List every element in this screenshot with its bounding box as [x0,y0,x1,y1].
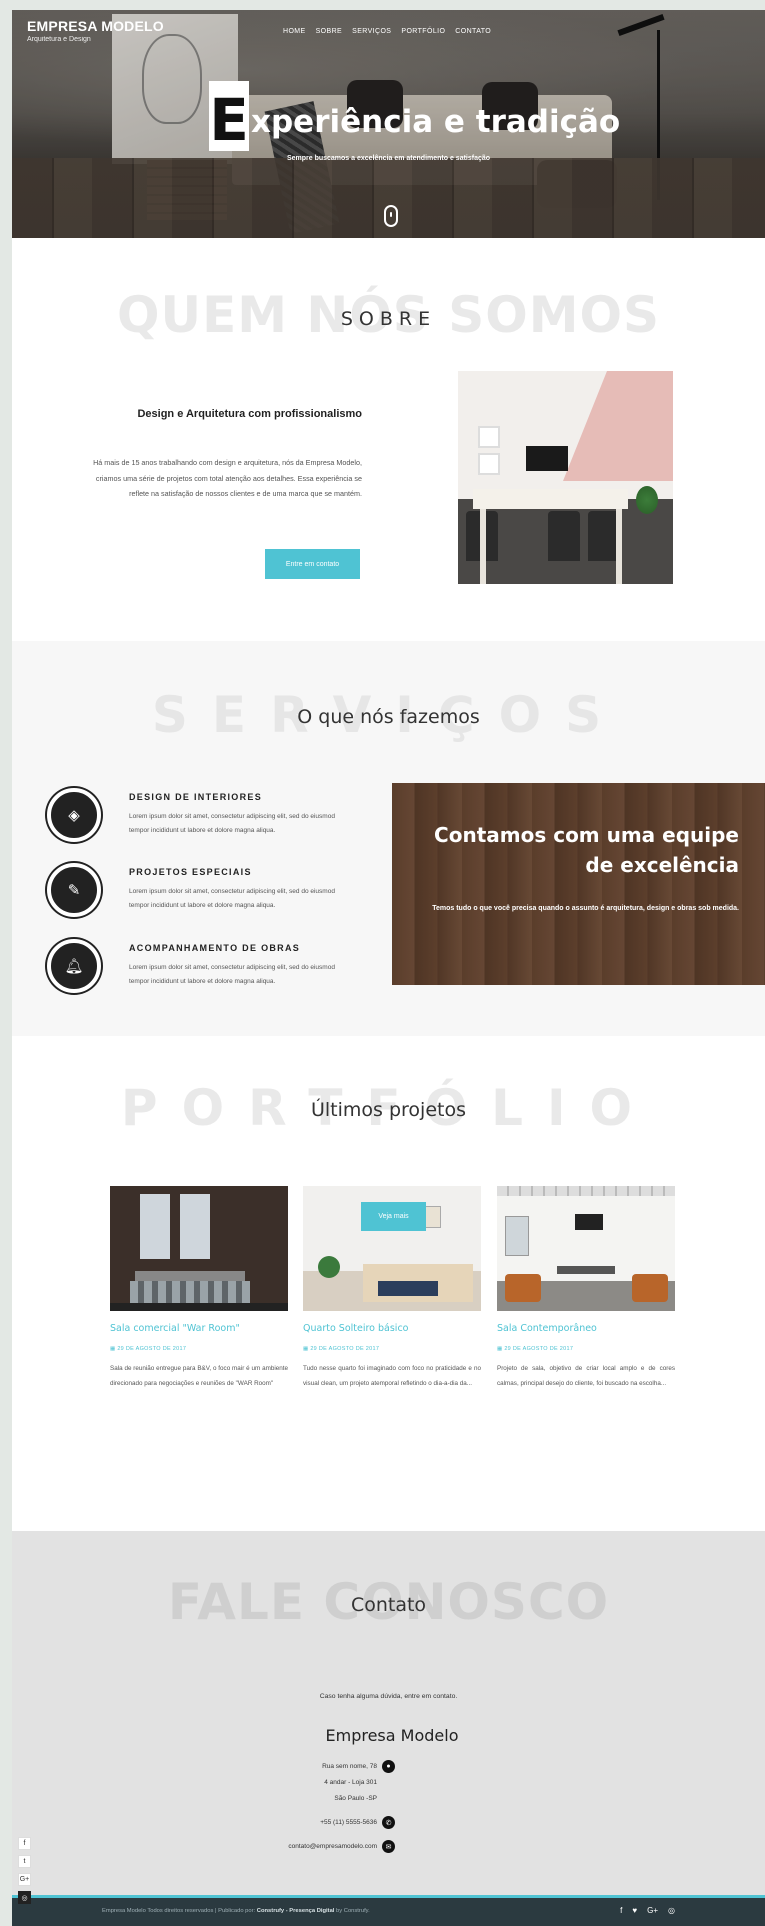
portfolio-text: Tudo nesse quarto foi imaginado com foco… [303,1365,481,1387]
hero-big-letter: E [209,81,249,151]
footer-publisher-link[interactable]: Construfy - Presença Digital [257,1908,335,1914]
twitter-icon[interactable]: t [18,1855,31,1868]
service-item: ✎ PROJETOS ESPECIAIS Lorem ipsum dolor s… [47,863,347,923]
map-pin-icon: ● [382,1760,395,1773]
portfolio-image[interactable] [497,1186,675,1311]
about-text: Há mais de 15 anos trabalhando com desig… [93,458,362,498]
footer-copyright: Empresa Modelo Todos direitos reservados… [102,1908,370,1914]
portfolio-date: ▦ 29 DE AGOSTO DE 2017 [303,1346,380,1352]
service-text: Lorem ipsum dolor sit amet, consectetur … [129,813,335,834]
about-image [458,371,673,584]
google-plus-icon[interactable]: G+ [647,1906,658,1915]
google-plus-icon[interactable]: G+ [18,1873,31,1886]
service-text: Lorem ipsum dolor sit amet, consectetur … [129,964,335,985]
see-more-button[interactable]: Veja mais [361,1202,426,1231]
service-title: ACOMPANHAMENTO DE OBRAS [129,943,301,953]
footer: Empresa Modelo Todos direitos reservados… [12,1895,765,1926]
footer-social: f ♥ G+ ◎ [620,1906,675,1915]
nav-home[interactable]: HOME [283,28,306,35]
hero-title-text: xperiência e tradição [251,104,621,140]
floating-social-bar: f t G+ ◎ [18,1837,31,1904]
contact-button[interactable]: Entre em contato [265,549,360,579]
nav-servicos[interactable]: SERVIÇOS [352,28,391,35]
servicos-heading: O que nós fazemos [297,706,480,728]
scroll-down-icon[interactable] [384,205,398,227]
portfolio-card: Sala Contemporâneo ▦ 29 DE AGOSTO DE 201… [497,1186,675,1391]
hero-banner: EMPRESA MODELO Arquitetura e Design HOME… [12,10,765,238]
email-address[interactable]: contato@empresamodelo.com [288,1843,377,1850]
section-contato: FALE CONOSCO Contato Caso tenha alguma d… [12,1531,765,1895]
service-item: ◈ DESIGN DE INTERIORES Lorem ipsum dolor… [47,788,347,848]
service-item: 🔔︎ ACOMPANHAMENTO DE OBRAS Lorem ipsum d… [47,939,347,999]
service-title: DESIGN DE INTERIORES [129,792,263,802]
portfolio-date: ▦ 29 DE AGOSTO DE 2017 [110,1346,187,1352]
page: EMPRESA MODELO Arquitetura e Design HOME… [12,10,765,1926]
brand-logo[interactable]: EMPRESA MODELO Arquitetura e Design [27,18,164,43]
team-text: Temos tudo o que você precisa quando o a… [432,905,739,912]
portfolio-card: Sala comercial "War Room" ▦ 29 DE AGOSTO… [110,1186,288,1391]
facebook-icon[interactable]: f [620,1906,622,1915]
about-title: Design e Arquitetura com profissionalism… [137,408,362,420]
instagram-icon[interactable]: ◎ [18,1891,31,1904]
phone-icon: ✆ [382,1816,395,1829]
team-banner: Contamos com uma equipe de excelência Te… [392,783,765,985]
hero-title: E xperiência e tradição [209,81,621,151]
phone-number[interactable]: +55 (11) 5555-5636 [320,1819,377,1826]
brand-name: EMPRESA MODELO [27,18,164,34]
hero-subtitle: Sempre buscamos a excelência em atendime… [286,155,491,162]
pencil-icon: ✎ [47,863,101,917]
bell-icon: 🔔︎ [47,939,101,993]
sobre-heading: SOBRE [340,308,437,330]
service-title: PROJETOS ESPECIAIS [129,867,252,877]
address-line: 4 andar - Loja 301 [324,1779,377,1786]
contact-intro: Caso tenha alguma dúvida, entre em conta… [319,1693,458,1700]
portfolio-text: Sala de reunião entregue para B&V, o foc… [110,1365,288,1387]
section-sobre: QUEM NÓS SOMOS SOBRE Design e Arquitetur… [12,238,765,641]
brand-tagline: Arquitetura e Design [27,36,91,43]
portfolio-text: Projeto de sala, objetivo de criar local… [497,1365,675,1387]
address-line: Rua sem nome, 78 [322,1763,377,1770]
nav-portfolio[interactable]: PORTFÓLIO [401,28,445,35]
instagram-icon[interactable]: ◎ [668,1906,675,1915]
portfolio-date: ▦ 29 DE AGOSTO DE 2017 [497,1346,574,1352]
team-title: Contamos com uma equipe de excelência [434,823,739,877]
service-text: Lorem ipsum dolor sit amet, consectetur … [129,888,335,909]
portfolio-title[interactable]: Sala comercial "War Room" [110,1323,288,1334]
section-portfolio: PORTFÓLIO Últimos projetos Sala comercia… [12,1036,765,1531]
main-nav: HOME SOBRE SERVIÇOS PORTFÓLIO CONTATO [283,28,491,35]
contact-company: Empresa Modelo [325,1726,459,1745]
facebook-icon[interactable]: f [18,1837,31,1850]
portfolio-title[interactable]: Quarto Solteiro básico [303,1323,481,1334]
nav-sobre[interactable]: SOBRE [316,28,343,35]
section-servicos: SERVIÇOS O que nós fazemos ◈ DESIGN DE I… [12,641,765,1036]
contato-heading: Contato [350,1594,427,1616]
nav-contato[interactable]: CONTATO [455,28,491,35]
email-icon: ✉ [382,1840,395,1853]
portfolio-title[interactable]: Sala Contemporâneo [497,1323,675,1334]
portfolio-image[interactable] [110,1186,288,1311]
address-line: São Paulo -SP [334,1795,377,1802]
portfolio-heading: Últimos projetos [310,1099,466,1121]
design-icon: ◈ [47,788,101,842]
twitter-icon[interactable]: ♥ [632,1906,637,1915]
